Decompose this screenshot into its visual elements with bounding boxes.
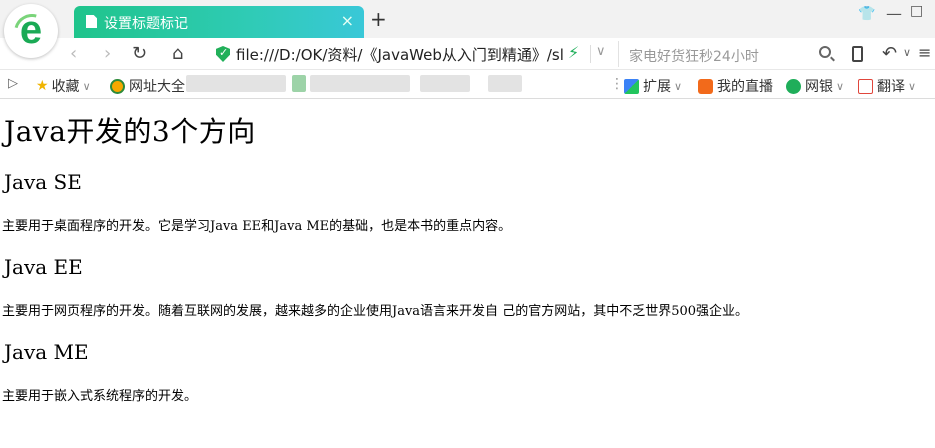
section-heading-java-se: Java SE [4,170,82,194]
menu-icon[interactable]: ≡ [918,43,931,62]
blurred-bookmark[interactable] [420,75,470,92]
sidebar-toggle-icon[interactable]: ▷ [8,76,18,91]
navigation-bar: ‹ › ↻ ⌂ ✓ file:///D:/OK/资料/《JavaWeb从入门到精… [0,38,935,70]
minimize-button[interactable]: — [886,4,902,23]
skin-icon[interactable]: 👕 [858,6,875,22]
home-button[interactable]: ⌂ [172,43,183,65]
section-text-java-se: 主要用于桌面程序的开发。它是学习Java EE和Java ME的基础，也是本书的… [2,219,512,234]
blurred-bookmark-icon [292,75,306,92]
bank-label: 网银 [805,79,833,95]
blurred-bookmark[interactable] [310,75,410,92]
section-text-java-me: 主要用于嵌入式系统程序的开发。 [2,389,198,404]
search-icon[interactable] [819,46,831,58]
translate-icon [858,78,873,94]
favorites-label: 收藏 [51,79,80,95]
live-label: 我的直播 [717,79,773,95]
tab-close-button[interactable]: × [341,11,354,30]
translate-button[interactable]: 翻译 ∨ [858,76,916,96]
translate-label: 翻译 [877,79,905,95]
document-icon [86,15,97,28]
url-text[interactable]: file:///D:/OK/资料/《JavaWeb从入门到精通》/sl [236,44,564,65]
back-button[interactable]: ‹ [70,43,77,65]
undo-icon[interactable]: ↶ [882,43,897,64]
speed-mode-icon[interactable]: ⚡ [568,43,579,62]
section-heading-java-ee: Java EE [4,255,83,279]
address-divider [590,45,591,63]
section-text-java-ee: 主要用于网页程序的开发。随着互联网的发展，越来越多的企业使用Java语言来开发自… [2,304,749,319]
chevron-down-icon: ∨ [908,79,917,93]
extensions-icon [624,78,639,94]
favorites-button[interactable]: ★ 收藏 ∨ [36,76,91,96]
blurred-bookmark[interactable] [488,75,522,92]
chevron-down-icon: ∨ [674,79,683,93]
star-icon: ★ [36,78,49,94]
bookmark-sites[interactable]: 网址大全 [110,76,185,96]
search-input[interactable]: 家电好货狂秒24小时 [629,46,759,66]
bank-button[interactable]: 网银 ∨ [786,76,844,96]
shield-check-icon: ✓ [219,46,229,59]
reload-button[interactable]: ↻ [132,43,147,65]
chevron-down-icon: ∨ [82,79,91,93]
section-heading-java-me: Java ME [4,340,89,364]
maximize-button[interactable]: □ [910,3,923,19]
undo-chevron-icon[interactable]: ∨ [903,46,911,59]
tab-bar: 设置标题标记 × + 👕 — □ [0,0,935,38]
page-content: Java开发的3个方向 Java SE 主要用于桌面程序的开发。它是学习Java… [0,100,935,448]
bookmark-bar: ▷ ★ 收藏 ∨ 网址大全 ⋮ 扩展 ∨ 我的直播 网银 ∨ 翻译 ∨ [0,70,935,99]
tab-title: 设置标题标记 [104,16,188,32]
live-button[interactable]: 我的直播 [698,76,773,96]
blurred-bookmark[interactable] [186,75,286,92]
page-heading: Java开发的3个方向 [4,115,256,148]
tv-icon [698,78,713,94]
browser-logo: e [4,4,58,58]
extensions-button[interactable]: 扩展 ∨ [624,76,682,96]
new-tab-button[interactable]: + [370,9,387,29]
forward-button[interactable]: › [104,43,111,65]
bank-shield-icon [786,78,801,94]
logo-letter: e [19,8,43,52]
active-tab[interactable]: 设置标题标记 × [74,6,364,38]
search-box[interactable]: 家电好货狂秒24小时 [618,41,838,67]
site-nav-icon [110,78,125,94]
chevron-down-icon[interactable]: ∨ [596,44,606,59]
extensions-label: 扩展 [643,79,671,95]
bookmark-sites-label: 网址大全 [129,79,185,95]
phone-icon[interactable] [852,46,863,62]
chevron-down-icon: ∨ [836,79,845,93]
address-bar[interactable]: ✓ file:///D:/OK/资料/《JavaWeb从入门到精通》/sl ⚡ … [210,41,615,67]
bookmark-divider: ⋮ [610,76,624,92]
